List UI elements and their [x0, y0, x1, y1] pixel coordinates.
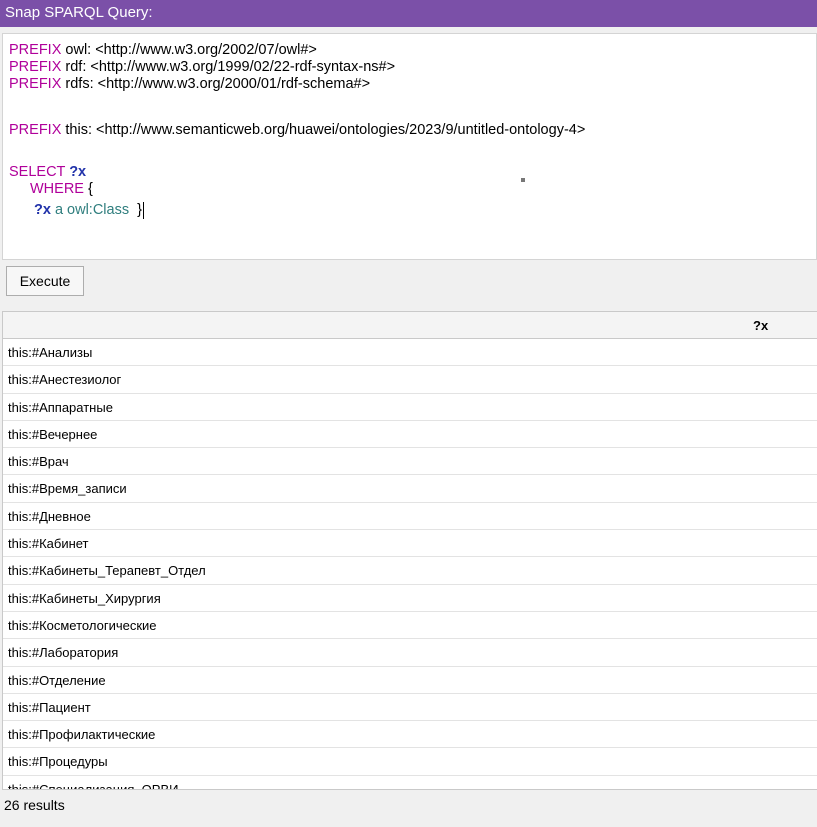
table-row[interactable]: this:#Врач — [3, 448, 817, 476]
results-rows: this:#Анализы this:#Анестезиолог this:#А… — [3, 339, 817, 789]
table-row[interactable]: this:#Косметологические — [3, 612, 817, 640]
results-table[interactable]: ?x this:#Анализы this:#Анестезиолог this… — [2, 311, 817, 790]
prefix-line-this: PREFIX this: <http://www.semanticweb.org… — [9, 122, 586, 138]
table-row[interactable]: this:#Отделение — [3, 667, 817, 694]
table-row[interactable]: this:#Вечернее — [3, 421, 817, 449]
column-header-x[interactable]: ?x — [753, 318, 768, 333]
text-caret — [143, 202, 144, 219]
table-row[interactable]: this:#Кабинеты_Хирургия — [3, 585, 817, 612]
table-row[interactable]: this:#Анализы — [3, 339, 817, 367]
execute-button[interactable]: Execute — [6, 266, 84, 296]
prefix-line-rdf: PREFIX rdf: <http://www.w3.org/1999/02/2… — [9, 59, 396, 75]
table-row[interactable]: this:#Кабинет — [3, 530, 817, 558]
table-row[interactable]: this:#Процедуры — [3, 748, 817, 776]
results-count: 26 results — [4, 797, 65, 813]
table-row[interactable]: this:#Профилактические — [3, 721, 817, 749]
prefix-line-rdfs: PREFIX rdfs: <http://www.w3.org/2000/01/… — [9, 76, 371, 92]
pattern-line: ?x a owl:Class } — [34, 202, 144, 219]
table-row[interactable]: this:#Кабинеты_Терапевт_Отдел — [3, 557, 817, 585]
table-row[interactable]: this:#Время_записи — [3, 475, 817, 503]
table-row[interactable]: this:#Специализация_ОРВИ — [3, 776, 817, 789]
table-row[interactable]: this:#Анестезиолог — [3, 366, 817, 394]
table-row[interactable]: this:#Лаборатория — [3, 639, 817, 667]
query-editor[interactable]: PREFIX owl: <http://www.w3.org/2002/07/o… — [2, 33, 817, 260]
table-row[interactable]: this:#Аппаратные — [3, 394, 817, 421]
window-title: Snap SPARQL Query: — [0, 0, 817, 27]
select-line: SELECT ?x — [9, 164, 87, 180]
table-row[interactable]: this:#Дневное — [3, 503, 817, 531]
where-line: WHERE { — [30, 181, 93, 197]
prefix-line-owl: PREFIX owl: <http://www.w3.org/2002/07/o… — [9, 42, 317, 58]
results-header: ?x — [3, 312, 817, 339]
table-row[interactable]: this:#Пациент — [3, 694, 817, 722]
mouse-cursor — [521, 178, 525, 182]
